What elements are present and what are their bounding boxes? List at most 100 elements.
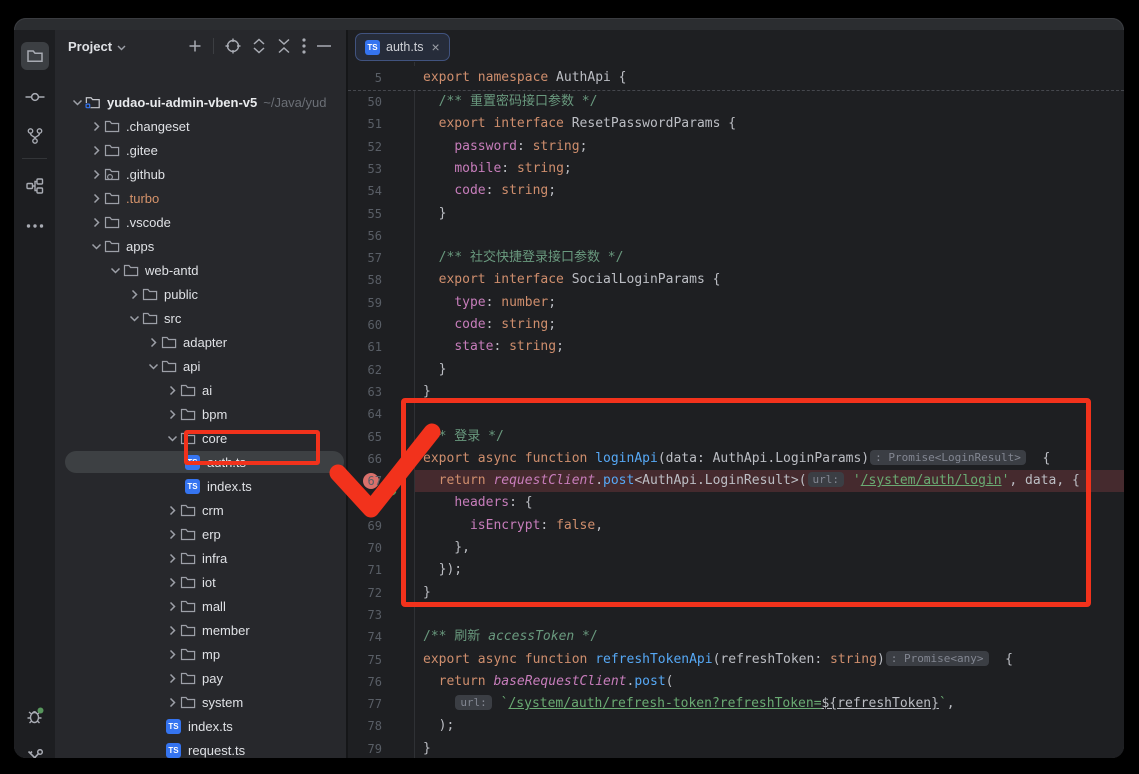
add-icon[interactable]: [188, 39, 202, 53]
line-number[interactable]: 53: [348, 158, 382, 180]
line-number[interactable]: 51: [348, 113, 382, 135]
chevron-expanded-icon[interactable]: [89, 241, 103, 252]
chevron-collapsed-icon[interactable]: [89, 145, 103, 156]
more-tool-windows-icon[interactable]: [21, 212, 49, 240]
chevron-expanded-icon[interactable]: [146, 361, 160, 372]
line-number[interactable]: 79: [348, 738, 382, 758]
locate-file-icon[interactable]: [225, 38, 241, 54]
chevron-down-icon[interactable]: [117, 39, 126, 54]
chevron-collapsed-icon[interactable]: [165, 577, 179, 588]
code-line-56[interactable]: 56: [348, 225, 1124, 247]
code-line-77[interactable]: 77 url: `/system/auth/refresh-token?refr…: [348, 693, 1124, 715]
line-number[interactable]: 76: [348, 671, 382, 693]
code-line-75[interactable]: 75export async function refreshTokenApi(…: [348, 649, 1124, 671]
line-number[interactable]: 5: [348, 66, 382, 90]
code-line-58[interactable]: 58 export interface SocialLoginParams {: [348, 269, 1124, 291]
chevron-collapsed-icon[interactable]: [89, 121, 103, 132]
chevron-collapsed-icon[interactable]: [89, 217, 103, 228]
line-number[interactable]: 55: [348, 203, 382, 225]
code-line-78[interactable]: 78 );: [348, 715, 1124, 737]
line-number[interactable]: 54: [348, 180, 382, 202]
sticky-scope-line[interactable]: 5export namespace AuthApi {: [348, 66, 1124, 91]
code-line-59[interactable]: 59 type: number;: [348, 292, 1124, 314]
chevron-collapsed-icon[interactable]: [165, 649, 179, 660]
line-number[interactable]: 63: [348, 381, 382, 403]
hide-panel-icon[interactable]: [317, 45, 331, 47]
tree-row--changeset[interactable]: .changeset: [55, 114, 346, 138]
line-number[interactable]: 57: [348, 247, 382, 269]
tree-row-system[interactable]: system: [55, 690, 346, 714]
tree-row--gitee[interactable]: .gitee: [55, 138, 346, 162]
line-number[interactable]: 59: [348, 292, 382, 314]
tree-row-ai[interactable]: ai: [55, 378, 346, 402]
project-folder-icon[interactable]: [21, 42, 49, 70]
code-line-73[interactable]: 73: [348, 604, 1124, 626]
code-line-57[interactable]: 57 /** 社交快捷登录接口参数 */: [348, 247, 1124, 269]
code-line-74[interactable]: 74/** 刷新 accessToken */: [348, 626, 1124, 648]
chevron-collapsed-icon[interactable]: [89, 193, 103, 204]
line-number[interactable]: 50: [348, 91, 382, 113]
tree-row-index-ts[interactable]: TSindex.ts: [55, 474, 346, 498]
code-line-62[interactable]: 62 }: [348, 359, 1124, 381]
tree-row-api[interactable]: api: [55, 354, 346, 378]
code-line-50[interactable]: 50 /** 重置密码接口参数 */: [348, 91, 1124, 113]
line-number[interactable]: 78: [348, 715, 382, 737]
line-number[interactable]: 58: [348, 269, 382, 291]
commit-icon[interactable]: [21, 83, 49, 111]
options-kebab-icon[interactable]: [302, 38, 306, 54]
structure-icon[interactable]: [21, 172, 49, 200]
tree-row-src[interactable]: src: [55, 306, 346, 330]
line-number[interactable]: 62: [348, 359, 382, 381]
line-number[interactable]: 73: [348, 604, 382, 626]
tab-auth-ts[interactable]: TS auth.ts ×: [355, 33, 450, 61]
tree-row-web-antd[interactable]: web-antd: [55, 258, 346, 282]
tree-row-yudao-ui-admin-vben-v5[interactable]: yudao-ui-admin-vben-v5~/Java/yud: [55, 90, 346, 114]
chevron-expanded-icon[interactable]: [108, 265, 122, 276]
tree-row-bpm[interactable]: bpm: [55, 402, 346, 426]
code-line-55[interactable]: 55 }: [348, 203, 1124, 225]
tree-row-erp[interactable]: erp: [55, 522, 346, 546]
chevron-collapsed-icon[interactable]: [146, 337, 160, 348]
chevron-collapsed-icon[interactable]: [165, 673, 179, 684]
line-number[interactable]: 61: [348, 336, 382, 358]
line-number[interactable]: 77: [348, 693, 382, 715]
tree-row-pay[interactable]: pay: [55, 666, 346, 690]
chevron-expanded-icon[interactable]: [127, 313, 141, 324]
tree-row-mall[interactable]: mall: [55, 594, 346, 618]
line-number[interactable]: 72: [348, 582, 382, 604]
tools-icon[interactable]: [21, 744, 49, 758]
expand-all-icon[interactable]: [252, 38, 266, 54]
chevron-collapsed-icon[interactable]: [165, 625, 179, 636]
line-number[interactable]: 70: [348, 537, 382, 559]
tree-row-apps[interactable]: apps: [55, 234, 346, 258]
chevron-collapsed-icon[interactable]: [127, 289, 141, 300]
tree-row--vscode[interactable]: .vscode: [55, 210, 346, 234]
line-number[interactable]: 52: [348, 136, 382, 158]
chevron-collapsed-icon[interactable]: [165, 601, 179, 612]
chevron-collapsed-icon[interactable]: [89, 169, 103, 180]
tree-row-request-ts[interactable]: TSrequest.ts: [55, 738, 346, 758]
project-panel-title[interactable]: Project: [68, 39, 112, 54]
tree-row-crm[interactable]: crm: [55, 498, 346, 522]
code-line-76[interactable]: 76 return baseRequestClient.post(: [348, 671, 1124, 693]
chevron-collapsed-icon[interactable]: [165, 409, 179, 420]
tree-row-adapter[interactable]: adapter: [55, 330, 346, 354]
tree-row--turbo[interactable]: .turbo: [55, 186, 346, 210]
tree-row-mp[interactable]: mp: [55, 642, 346, 666]
chevron-collapsed-icon[interactable]: [165, 385, 179, 396]
code-line-51[interactable]: 51 export interface ResetPasswordParams …: [348, 113, 1124, 135]
version-control-icon[interactable]: [21, 122, 49, 150]
tree-row-infra[interactable]: infra: [55, 546, 346, 570]
code-line-60[interactable]: 60 code: string;: [348, 314, 1124, 336]
collapse-all-icon[interactable]: [277, 38, 291, 54]
line-number[interactable]: 71: [348, 559, 382, 581]
chevron-expanded-icon[interactable]: [165, 433, 179, 444]
tree-row-iot[interactable]: iot: [55, 570, 346, 594]
chevron-collapsed-icon[interactable]: [165, 529, 179, 540]
tab-close-icon[interactable]: ×: [432, 42, 440, 52]
tree-row-member[interactable]: member: [55, 618, 346, 642]
line-number[interactable]: 60: [348, 314, 382, 336]
line-number[interactable]: 75: [348, 649, 382, 671]
code-line-79[interactable]: 79}: [348, 738, 1124, 758]
chevron-collapsed-icon[interactable]: [165, 553, 179, 564]
